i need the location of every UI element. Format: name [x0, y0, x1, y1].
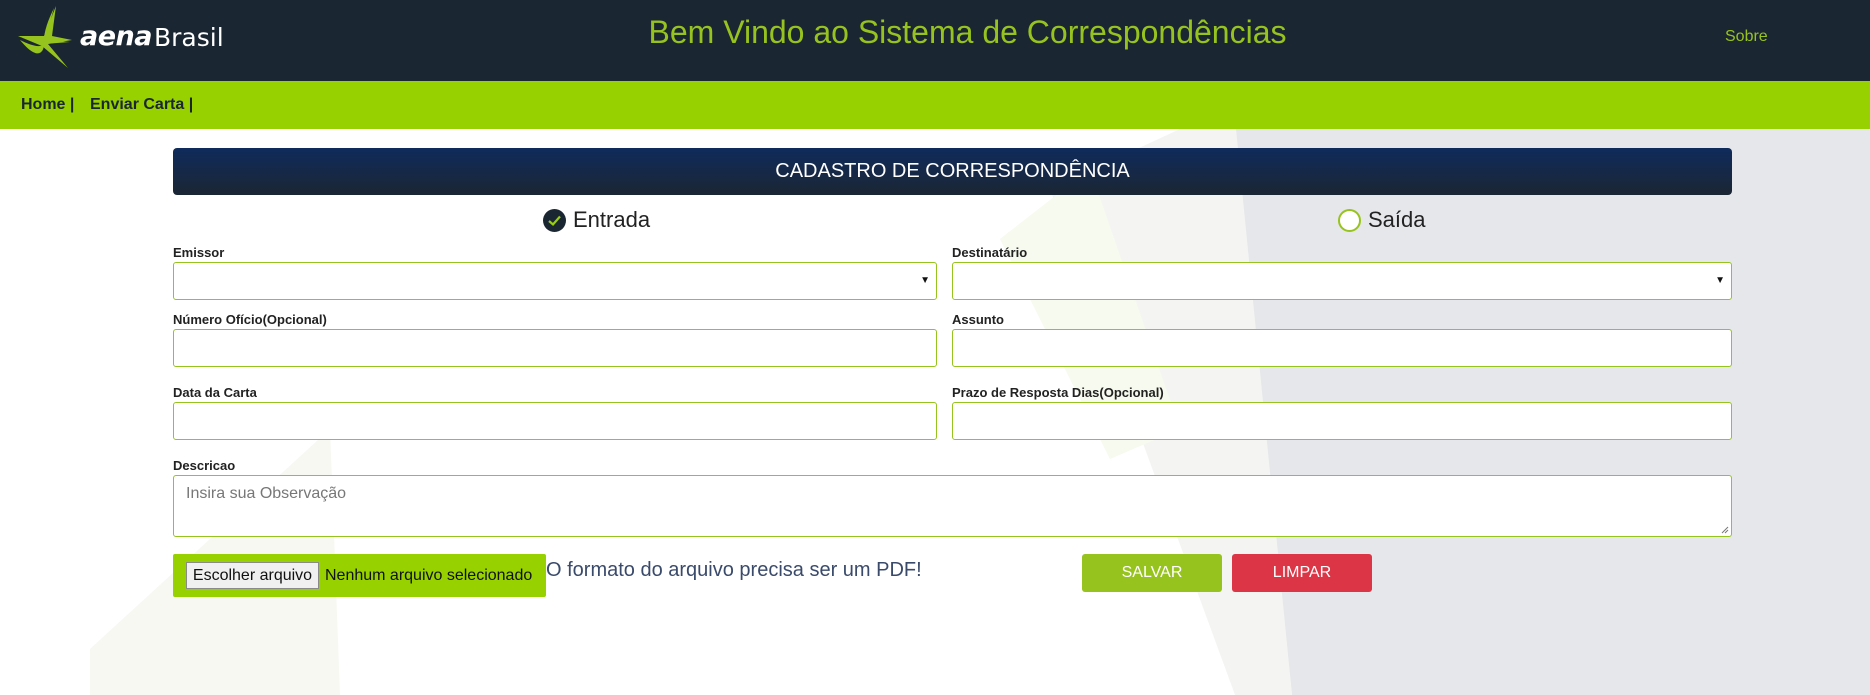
descricao-label: Descricao: [173, 458, 236, 473]
radio-entrada-label: Entrada: [573, 207, 651, 232]
dropdown-arrow-icon: ▼: [920, 275, 930, 286]
data-carta-label: Data da Carta: [173, 385, 257, 400]
radio-saida[interactable]: Saída: [1338, 207, 1426, 233]
choose-file-button[interactable]: Escolher arquivo: [186, 562, 319, 589]
clear-button[interactable]: LIMPAR: [1232, 554, 1372, 592]
nav-item-send-letter[interactable]: Enviar Carta |: [90, 96, 193, 114]
radio-checked-indicator: [543, 208, 566, 232]
destinatario-label: Destinatário: [952, 245, 1028, 260]
resize-grip-icon[interactable]: [1721, 526, 1729, 534]
assunto-input[interactable]: [952, 329, 1732, 367]
prazo-label: Prazo de Resposta Dias(Opcional): [952, 385, 1164, 400]
descricao-textarea[interactable]: Insira sua Observação: [173, 475, 1732, 537]
top-header: aena Brasil Bem Vindo ao Sistema de Corr…: [0, 0, 1870, 81]
main-navbar: Home | Enviar Carta |: [0, 81, 1870, 129]
form-title: CADASTRO DE CORRESPONDÊNCIA: [173, 148, 1732, 195]
radio-saida-label: Saída: [1368, 207, 1426, 232]
radio-unchecked-indicator: [1338, 208, 1361, 232]
page-title: Bem Vindo ao Sistema de Correspondências: [648, 14, 1287, 50]
emissor-label: Emissor: [173, 245, 225, 260]
check-icon: [548, 215, 561, 226]
numero-oficio-input[interactable]: [173, 329, 937, 367]
prazo-input[interactable]: [952, 402, 1732, 440]
destinatario-select[interactable]: ▼: [952, 262, 1732, 300]
emissor-select[interactable]: ▼: [173, 262, 937, 300]
radio-entrada[interactable]: Entrada: [543, 207, 650, 233]
save-button[interactable]: SALVAR: [1082, 554, 1222, 592]
descricao-placeholder: Insira sua Observação: [186, 485, 347, 502]
about-link[interactable]: Sobre: [1725, 28, 1768, 46]
assunto-label: Assunto: [952, 312, 1004, 327]
numero-oficio-label: Número Ofício(Opcional): [173, 312, 327, 327]
file-upload: Escolher arquivo Nenhum arquivo selecion…: [173, 554, 546, 597]
file-format-hint: O formato do arquivo precisa ser um PDF!: [546, 559, 922, 581]
dropdown-arrow-icon: ▼: [1715, 275, 1725, 286]
file-status-text: Nenhum arquivo selecionado: [325, 567, 533, 584]
nav-item-home[interactable]: Home |: [21, 96, 74, 114]
data-carta-input[interactable]: [173, 402, 937, 440]
